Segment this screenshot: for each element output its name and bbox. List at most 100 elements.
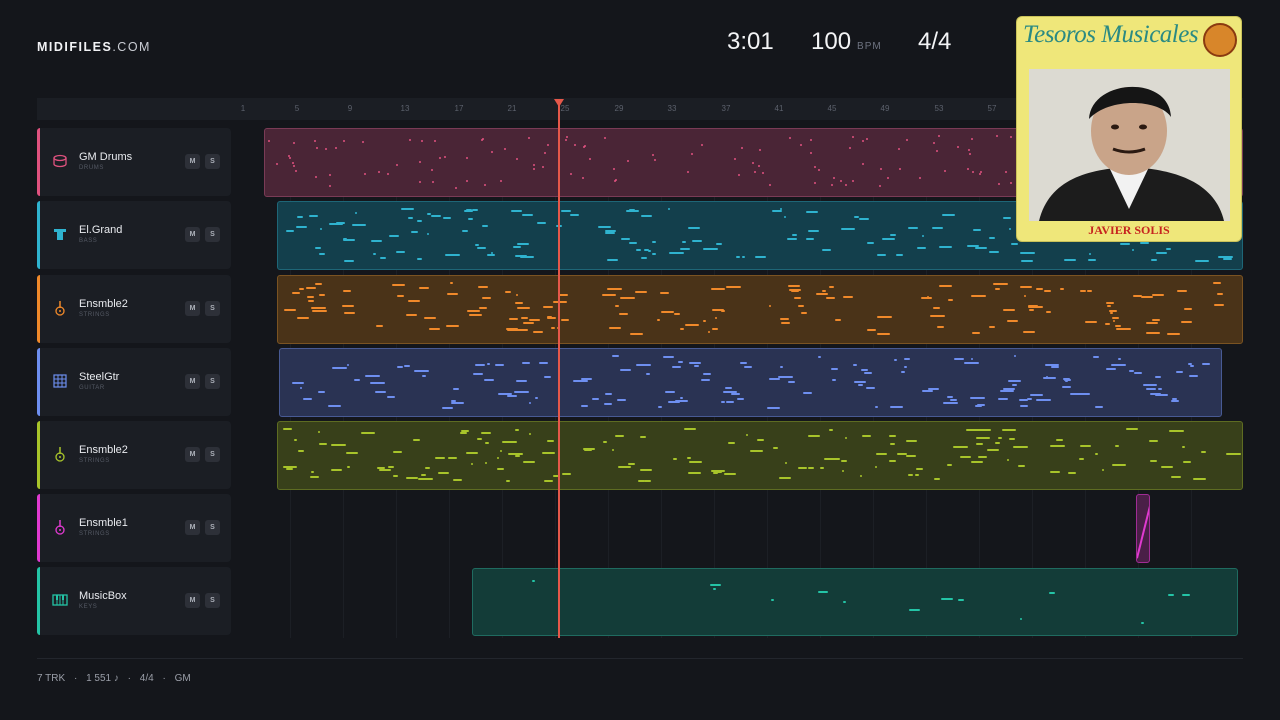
- note-mark: [435, 457, 445, 459]
- note-mark: [314, 140, 316, 142]
- album-artist: JAVIER SOLIS: [1088, 223, 1170, 237]
- mute-button[interactable]: M: [185, 520, 200, 535]
- note-mark: [315, 283, 322, 285]
- note-mark: [347, 364, 349, 366]
- playhead-line[interactable]: [558, 100, 560, 638]
- solo-button[interactable]: S: [205, 154, 220, 169]
- guitar-icon: [55, 447, 65, 462]
- note-mark: [1036, 288, 1043, 290]
- note-mark: [968, 149, 970, 151]
- note-mark: [641, 215, 652, 217]
- track-header-ensmble2-b[interactable]: Ensmble2 STRINGS M S: [37, 421, 231, 489]
- note-mark: [312, 310, 327, 312]
- note-mark: [346, 452, 358, 454]
- note-mark: [573, 380, 588, 382]
- note-mark: [517, 243, 529, 245]
- note-mark: [703, 248, 718, 250]
- note-mark: [396, 251, 405, 253]
- note-mark: [537, 222, 546, 224]
- note-mark: [427, 233, 429, 235]
- note-mark: [841, 228, 855, 230]
- playhead-marker[interactable]: [554, 99, 564, 107]
- note-mark: [826, 297, 835, 299]
- mute-button[interactable]: M: [185, 593, 200, 608]
- track-header-musicbox[interactable]: MusicBox KEYS M S: [37, 567, 231, 635]
- mute-button[interactable]: M: [185, 154, 200, 169]
- clip-ensmble2-b[interactable]: [277, 421, 1243, 490]
- track-header-gm-drums[interactable]: GM Drums DRUMS M S: [37, 128, 231, 196]
- track-name: GM Drums: [79, 151, 133, 163]
- note-mark: [1176, 371, 1183, 373]
- note-mark: [614, 180, 616, 182]
- note-mark: [408, 300, 420, 302]
- note-mark: [1213, 282, 1221, 284]
- note-mark: [641, 257, 647, 259]
- track-color-bar: [37, 421, 40, 489]
- mute-button[interactable]: M: [185, 374, 200, 389]
- note-mark: [773, 447, 778, 449]
- note-mark: [417, 220, 422, 222]
- ruler-tick: 1: [240, 104, 246, 113]
- note-mark: [409, 139, 411, 141]
- note-mark: [947, 396, 953, 398]
- solo-button[interactable]: S: [205, 593, 220, 608]
- solo-button[interactable]: S: [205, 227, 220, 242]
- solo-button[interactable]: S: [205, 447, 220, 462]
- note-mark: [1046, 311, 1051, 313]
- note-mark: [1182, 446, 1185, 448]
- note-mark: [292, 292, 300, 294]
- solo-button[interactable]: S: [205, 520, 220, 535]
- note-mark: [329, 223, 343, 225]
- mute-button[interactable]: M: [185, 301, 200, 316]
- note-mark: [481, 139, 483, 141]
- note-mark: [712, 328, 718, 330]
- note-mark: [438, 472, 449, 474]
- note-mark: [1217, 293, 1223, 295]
- note-mark: [522, 214, 533, 216]
- track-name: SteelGtr: [79, 371, 120, 383]
- note-mark: [657, 319, 660, 321]
- note-mark: [1062, 386, 1071, 388]
- note-mark: [1182, 594, 1190, 596]
- footer-signature: 4/4: [139, 673, 154, 684]
- mute-button[interactable]: M: [185, 447, 200, 462]
- note-mark: [604, 137, 606, 139]
- note-mark: [1045, 364, 1059, 366]
- mute-button[interactable]: M: [185, 227, 200, 242]
- solo-button[interactable]: S: [205, 374, 220, 389]
- note-mark: [477, 247, 486, 249]
- note-mark: [343, 290, 351, 292]
- track-header-el-grand[interactable]: El.Grand BASS M S: [37, 201, 231, 269]
- note-mark: [950, 399, 957, 401]
- note-mark: [523, 461, 535, 463]
- note-mark: [1132, 249, 1134, 251]
- note-mark: [529, 433, 531, 435]
- note-mark: [371, 240, 382, 242]
- track-header-steelgtr[interactable]: SteelGtr GUITAR M S: [37, 348, 231, 416]
- note-mark: [767, 407, 780, 409]
- note-mark: [393, 475, 398, 477]
- clip-steelgtr[interactable]: [279, 348, 1222, 417]
- note-mark: [742, 256, 745, 258]
- note-mark: [938, 135, 940, 137]
- note-mark: [894, 359, 897, 361]
- clip-ensmble2[interactable]: [277, 275, 1243, 344]
- note-mark: [446, 325, 459, 327]
- note-mark: [491, 252, 493, 254]
- note-mark: [1070, 393, 1081, 395]
- note-mark: [605, 393, 612, 395]
- note-mark: [890, 406, 903, 408]
- clip-musicbox[interactable]: [472, 568, 1238, 636]
- track-header-ensmble1[interactable]: Ensmble1 STRINGS M S: [37, 494, 231, 562]
- note-mark: [635, 291, 647, 293]
- solo-button[interactable]: S: [205, 301, 220, 316]
- clip-ensmble1[interactable]: [1136, 494, 1150, 563]
- note-mark: [806, 238, 814, 240]
- note-mark: [434, 140, 436, 142]
- note-mark: [1181, 321, 1192, 323]
- note-mark: [467, 310, 480, 312]
- note-mark: [292, 162, 294, 164]
- note-mark: [669, 252, 684, 254]
- note-mark: [355, 212, 357, 214]
- track-header-ensmble2[interactable]: Ensmble2 STRINGS M S: [37, 275, 231, 343]
